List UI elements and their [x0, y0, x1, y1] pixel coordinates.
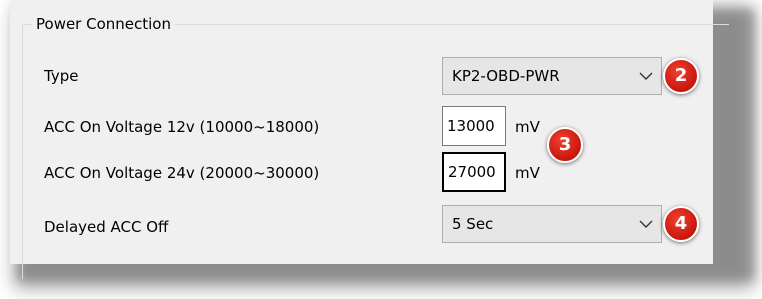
callout-badge-2: 2: [663, 58, 699, 94]
acc-12v-voltage-input[interactable]: [442, 106, 506, 146]
type-dropdown[interactable]: KP2-OBD-PWR: [442, 57, 662, 95]
groupbox-title: Power Connection: [32, 14, 175, 34]
chevron-down-icon: [639, 220, 653, 228]
acc-24v-unit: mV: [515, 164, 540, 182]
chevron-down-icon: [639, 72, 653, 80]
type-dropdown-value: KP2-OBD-PWR: [452, 67, 560, 85]
power-connection-panel: Power Connection Type KP2-OBD-PWR ACC On…: [10, 0, 729, 279]
type-label: Type: [44, 67, 79, 85]
acc-12v-unit: mV: [515, 118, 540, 136]
delayed-acc-off-dropdown[interactable]: 5 Sec: [442, 205, 662, 243]
callout-badge-4: 4: [663, 206, 699, 242]
delayed-acc-off-value: 5 Sec: [452, 215, 494, 233]
acc-24v-label: ACC On Voltage 24v (20000~30000): [44, 164, 320, 182]
acc-24v-voltage-input[interactable]: [442, 152, 506, 192]
delayed-acc-off-label: Delayed ACC Off: [44, 218, 169, 236]
acc-12v-label: ACC On Voltage 12v (10000~18000): [44, 118, 320, 136]
callout-badge-3: 3: [547, 127, 583, 163]
